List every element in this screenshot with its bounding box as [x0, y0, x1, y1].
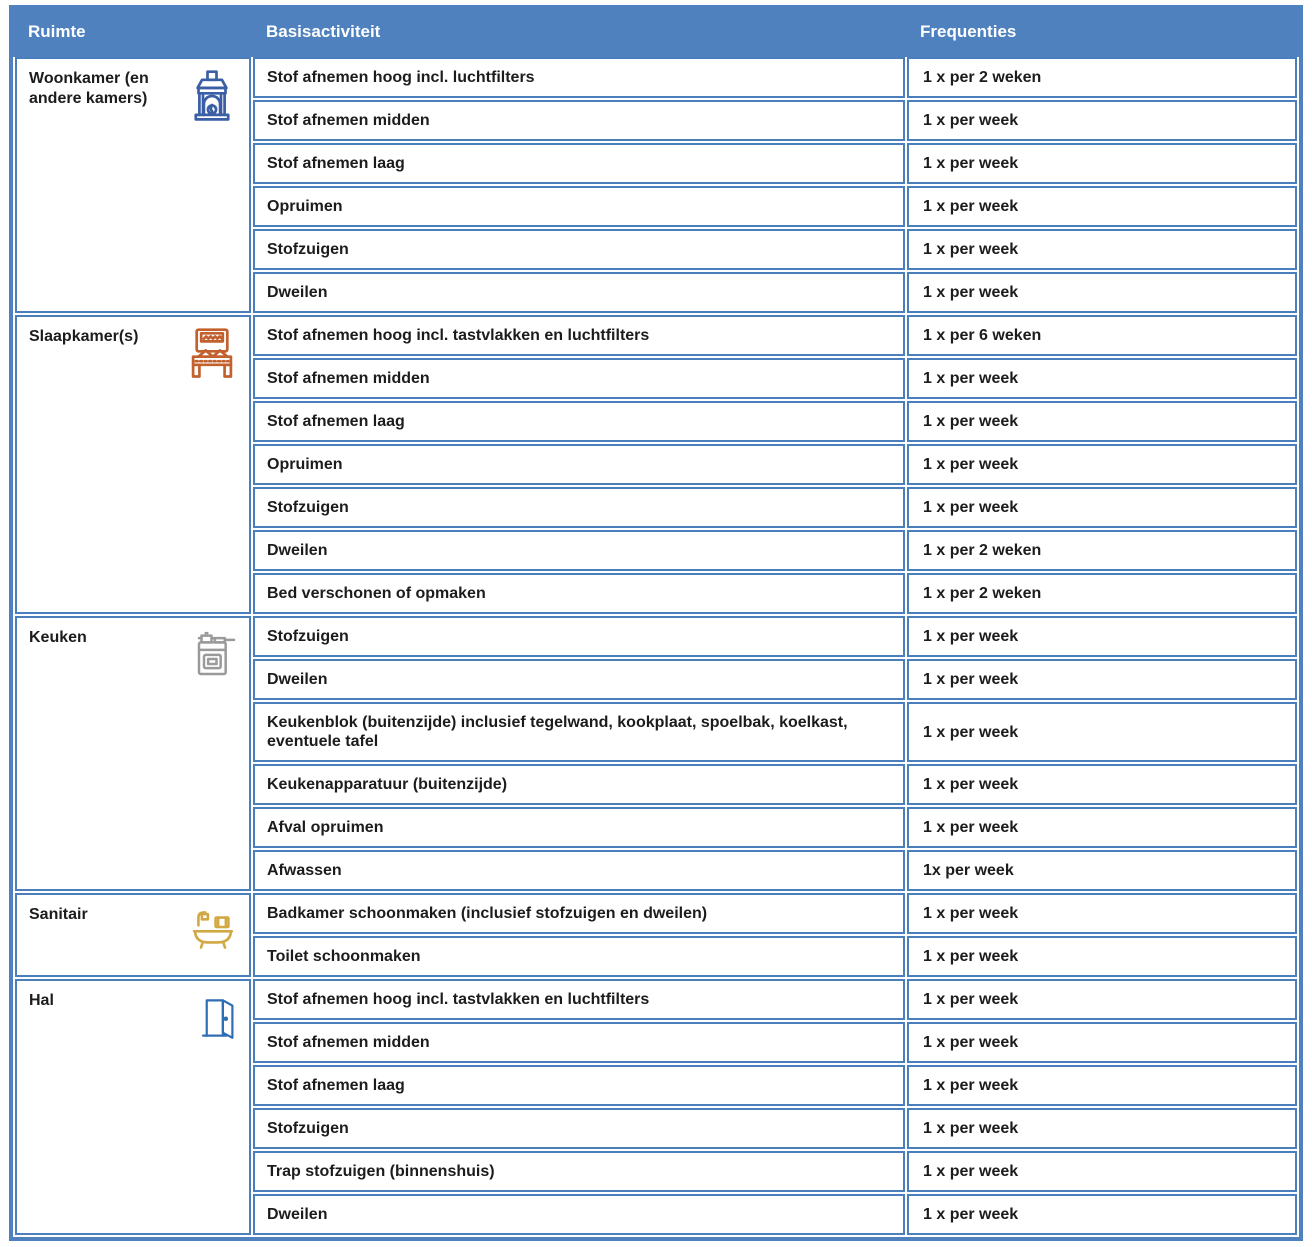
header-ruimte: Ruimte [15, 11, 251, 55]
frequency-cell: 1 x per week [907, 1151, 1297, 1192]
table-row: Slaapkamer(s) Stof afnemen hoog incl. ta… [15, 315, 1297, 614]
header-frequenties: Frequenties [907, 11, 1297, 55]
frequency-cell: 1 x per week [907, 1194, 1297, 1235]
activity-cell: Keukenapparatuur (buitenzijde) [253, 764, 905, 805]
bathtub-icon [187, 903, 239, 951]
activity-cell: Toilet schoonmaken [253, 936, 905, 977]
frequency-cell: 1 x per 2 weken [907, 57, 1297, 98]
activity-cell: Opruimen [253, 444, 905, 485]
frequency-cell: 1x per week [907, 850, 1297, 891]
room-label: Keuken [29, 629, 87, 646]
activity-cell: Stofzuigen [253, 616, 905, 657]
frequency-cell: 1 x per week [907, 616, 1297, 657]
activity-cell: Stof afnemen laag [253, 143, 905, 184]
table-row: Keuken Stofzuigen 1 x per week [15, 616, 1297, 891]
activity-cell: Opruimen [253, 186, 905, 227]
activity-cell: Stof afnemen hoog incl. luchtfilters [253, 57, 905, 98]
activity-cell: Bed verschonen of opmaken [253, 573, 905, 614]
activity-cell: Stof afnemen hoog incl. tastvlakken en l… [253, 979, 905, 1020]
header-basisactiviteit: Basisactiviteit [253, 11, 905, 55]
frequency-cell: 1 x per week [907, 659, 1297, 700]
activity-cell: Stof afnemen midden [253, 100, 905, 141]
activity-cell: Stofzuigen [253, 1108, 905, 1149]
frequency-cell: 1 x per week [907, 444, 1297, 485]
frequency-cell: 1 x per 2 weken [907, 573, 1297, 614]
frequency-cell: 1 x per week [907, 186, 1297, 227]
activity-cell: Stof afnemen laag [253, 1065, 905, 1106]
activity-cell: Afval opruimen [253, 807, 905, 848]
door-icon [195, 989, 239, 1047]
frequency-cell: 1 x per week [907, 1022, 1297, 1063]
activity-cell: Trap stofzuigen (binnenshuis) [253, 1151, 905, 1192]
room-cell-woonkamer: Woonkamer (en andere kamers) [15, 57, 251, 313]
activity-cell: Dweilen [253, 272, 905, 313]
frequency-cell: 1 x per 6 weken [907, 315, 1297, 356]
cleaning-schedule-page: Ruimte Basisactiviteit Frequenties Woonk… [0, 0, 1312, 1247]
frequency-cell: 1 x per week [907, 936, 1297, 977]
frequency-cell: 1 x per week [907, 229, 1297, 270]
activity-cell: Stofzuigen [253, 229, 905, 270]
activity-cell: Dweilen [253, 659, 905, 700]
stove-icon [189, 626, 239, 682]
frequency-cell: 1 x per week [907, 807, 1297, 848]
frequency-cell: 1 x per week [907, 358, 1297, 399]
frequency-cell: 1 x per week [907, 1108, 1297, 1149]
frequency-cell: 1 x per week [907, 143, 1297, 184]
activity-cell: Afwassen [253, 850, 905, 891]
frequency-cell: 1 x per week [907, 487, 1297, 528]
fireplace-icon [185, 67, 239, 125]
room-label: Hal [29, 992, 54, 1009]
frequency-cell: 1 x per week [907, 764, 1297, 805]
activity-cell: Stof afnemen midden [253, 1022, 905, 1063]
activity-cell: Stof afnemen hoog incl. tastvlakken en l… [253, 315, 905, 356]
activity-cell: Stof afnemen midden [253, 358, 905, 399]
table-row: Hal Stof afnemen hoog incl. tastvlakken … [15, 979, 1297, 1235]
frequency-cell: 1 x per week [907, 1065, 1297, 1106]
activity-cell: Stof afnemen laag [253, 401, 905, 442]
table-row: Woonkamer (en andere kamers) Stof afneme… [15, 57, 1297, 313]
frequency-cell: 1 x per week [907, 979, 1297, 1020]
activity-cell: Dweilen [253, 1194, 905, 1235]
room-label: Sanitair [29, 906, 88, 923]
activity-cell: Badkamer schoonmaken (inclusief stofzuig… [253, 893, 905, 934]
activity-cell: Dweilen [253, 530, 905, 571]
frequency-cell: 1 x per week [907, 272, 1297, 313]
room-cell-hal: Hal [15, 979, 251, 1235]
room-label: Slaapkamer(s) [29, 328, 139, 345]
frequency-cell: 1 x per week [907, 100, 1297, 141]
frequency-cell: 1 x per week [907, 401, 1297, 442]
activity-cell: Keukenblok (buitenzijde) inclusief tegel… [253, 702, 905, 762]
table-row: Sanitair Badkamer schoonmaken (inclusief… [15, 893, 1297, 977]
activity-cell: Stofzuigen [253, 487, 905, 528]
room-cell-keuken: Keuken [15, 616, 251, 891]
bed-icon [185, 325, 239, 383]
frequency-cell: 1 x per week [907, 702, 1297, 762]
frequency-cell: 1 x per week [907, 893, 1297, 934]
header-row: Ruimte Basisactiviteit Frequenties [15, 11, 1297, 55]
cleaning-schedule-table: Ruimte Basisactiviteit Frequenties Woonk… [9, 5, 1303, 1241]
room-cell-sanitair: Sanitair [15, 893, 251, 977]
frequency-cell: 1 x per 2 weken [907, 530, 1297, 571]
room-cell-slaapkamer: Slaapkamer(s) [15, 315, 251, 614]
room-label: Woonkamer (en andere kamers) [29, 70, 149, 107]
